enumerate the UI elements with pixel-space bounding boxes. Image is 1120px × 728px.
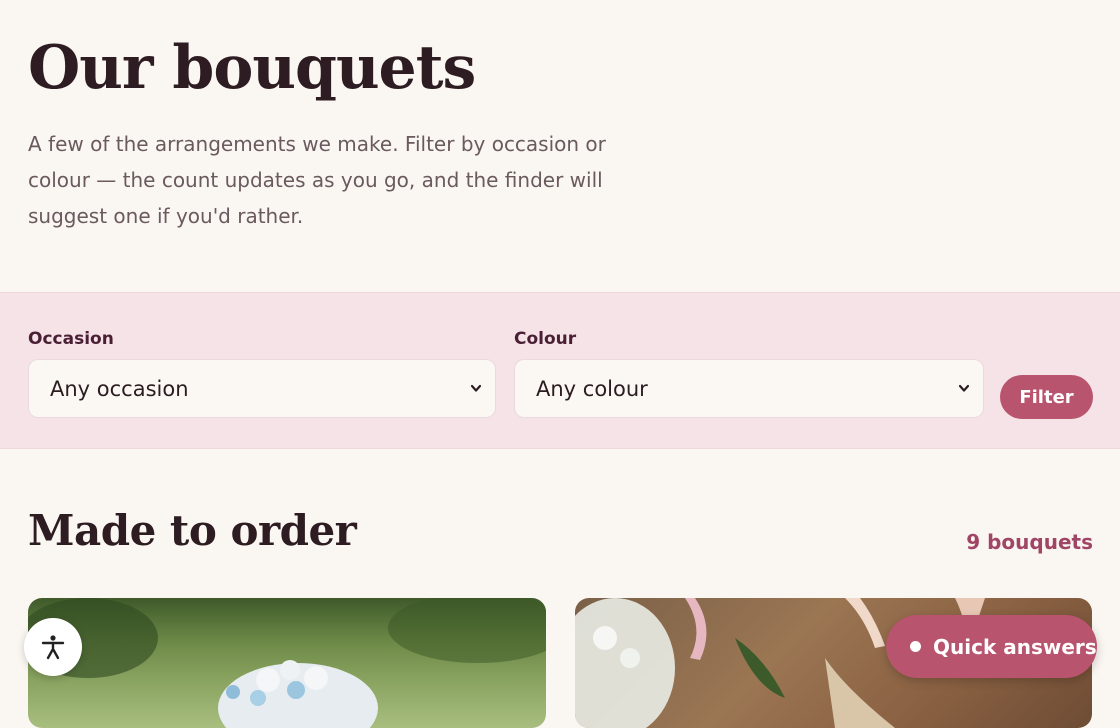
quick-answers-button[interactable]: Quick answers: [886, 615, 1097, 678]
page-intro: A few of the arrangements we make. Filte…: [28, 132, 606, 228]
occasion-select[interactable]: Any occasion: [28, 359, 496, 418]
chevron-down-icon: [470, 384, 482, 392]
bouquet-photo: [28, 598, 546, 728]
filter-button[interactable]: Filter: [1000, 375, 1093, 419]
hero: Our bouquets A few of the arrangements w…: [28, 30, 668, 234]
status-dot-icon: [910, 641, 921, 652]
section-title: Made to order: [28, 506, 357, 555]
bouquet-card-image[interactable]: [28, 598, 546, 728]
bouquet-count: 9 bouquets: [966, 530, 1093, 554]
accessibility-button[interactable]: [24, 618, 82, 676]
colour-field: Colour Any colour: [514, 327, 984, 418]
filter-bar: Occasion Any occasion Colour Any colour: [0, 292, 1120, 449]
occasion-label: Occasion: [28, 329, 114, 349]
accessibility-icon: [41, 635, 65, 660]
quick-answers-label: Quick answers: [933, 634, 1097, 659]
colour-label: Colour: [514, 329, 577, 349]
colour-select[interactable]: Any colour: [514, 359, 984, 418]
colour-select-value: Any colour: [536, 376, 648, 401]
chevron-down-icon: [958, 384, 970, 392]
page-title: Our bouquets: [28, 33, 476, 103]
occasion-field: Occasion Any occasion: [28, 327, 496, 418]
occasion-select-value: Any occasion: [50, 376, 189, 401]
